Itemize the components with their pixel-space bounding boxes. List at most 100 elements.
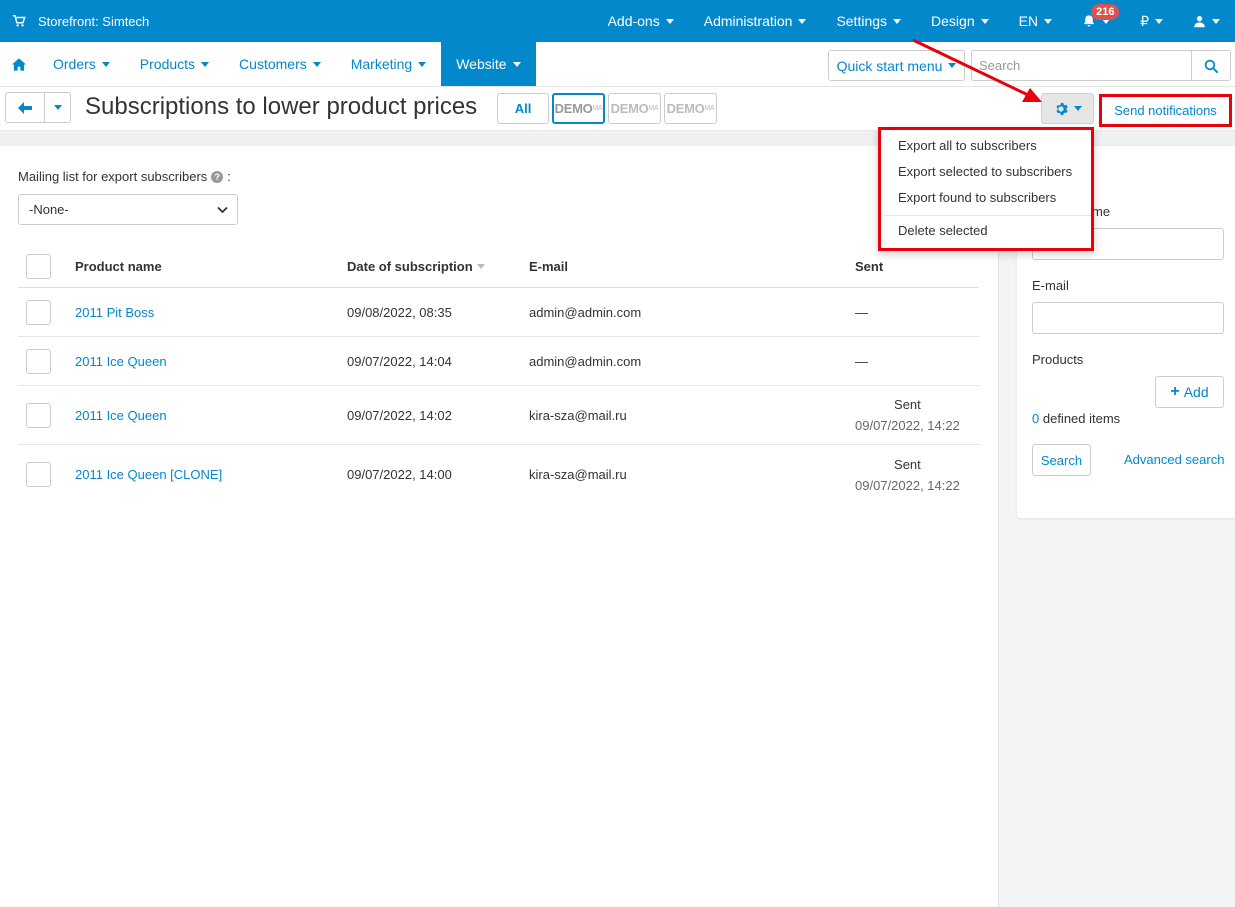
cart-icon <box>12 15 26 27</box>
arrow-left-icon <box>18 101 32 114</box>
sent-status: — <box>855 288 868 336</box>
topnav-administration-label: Administration <box>703 13 793 29</box>
quick-start-menu-button[interactable]: Quick start menu <box>828 50 965 81</box>
row-checkbox[interactable] <box>26 348 51 374</box>
subscription-date: 09/07/2022, 14:02 <box>347 407 452 423</box>
nav-customers[interactable]: Customers <box>224 42 336 86</box>
defined-items: 0 defined items <box>1032 411 1120 426</box>
add-products-button[interactable]: + Add <box>1155 376 1224 408</box>
row-checkbox[interactable] <box>26 402 51 428</box>
product-link[interactable]: 2011 Pit Boss <box>75 288 154 336</box>
header-sent[interactable]: Sent <box>855 245 883 287</box>
topnav-settings[interactable]: Settings <box>821 0 916 42</box>
chevron-down-icon <box>980 18 989 24</box>
tab-demo-label: DEMO <box>554 101 593 116</box>
subscriber-email: kira-sza@mail.ru <box>529 407 627 423</box>
defined-text: defined items <box>1042 411 1121 426</box>
tab-demo-3[interactable]: DEMO MA <box>664 93 717 124</box>
top-bar: Storefront: Simtech Add-ons Administrati… <box>0 0 1235 42</box>
mailing-list-label-text: Mailing list for export subscribers <box>18 169 208 184</box>
nav-products[interactable]: Products <box>125 42 224 86</box>
topnav-language[interactable]: EN <box>1004 0 1067 42</box>
menu-item-delete-selected[interactable]: Delete selected <box>898 223 988 238</box>
topnav-notifications[interactable]: 216 <box>1067 0 1125 42</box>
product-link[interactable]: 2011 Ice Queen <box>75 337 167 385</box>
top-nav: Add-ons Administration Settings Design E… <box>593 0 1235 42</box>
chevron-down-icon <box>798 18 807 24</box>
menu-item-export-all[interactable]: Export all to subscribers <box>898 138 1037 153</box>
mailing-list-selected: -None- <box>29 202 69 217</box>
topnav-administration[interactable]: Administration <box>689 0 822 42</box>
back-dropdown-button[interactable] <box>44 93 70 122</box>
chevron-down-icon <box>512 61 521 67</box>
send-notifications-button[interactable]: Send notifications <box>1099 94 1232 127</box>
row-checkbox[interactable] <box>26 299 51 325</box>
topnav-addons[interactable]: Add-ons <box>593 0 689 42</box>
help-icon[interactable]: ? <box>211 170 224 183</box>
sent-status-text: Sent <box>894 456 921 472</box>
home-link[interactable] <box>0 42 38 86</box>
mailing-list-select[interactable]: -None- <box>18 194 238 225</box>
topnav-currency-label: ₽ <box>1140 12 1149 29</box>
product-link[interactable]: 2011 Ice Queen <box>75 386 167 444</box>
sent-status-text: Sent <box>894 397 921 412</box>
menu-item-export-found[interactable]: Export found to subscribers <box>898 190 1056 205</box>
search-button[interactable] <box>1191 50 1231 81</box>
filter-name-label: me <box>1092 204 1111 219</box>
search-input[interactable] <box>971 50 1192 81</box>
topnav-currency[interactable]: ₽ <box>1125 0 1178 42</box>
storefront-tabs: All DEMO MA DEMO MA DEMO MA <box>497 93 717 124</box>
nav-customers-label: Customers <box>239 56 307 72</box>
table-row: 2011 Ice Queen [CLONE] 09/07/2022, 14:00… <box>18 445 979 504</box>
chevron-down-icon <box>53 105 62 110</box>
product-link[interactable]: 2011 Ice Queen [CLONE] <box>75 445 222 504</box>
filter-email-label: E-mail <box>1032 278 1069 293</box>
subscriber-email: admin@admin.com <box>529 304 642 320</box>
nav-marketing[interactable]: Marketing <box>336 42 441 86</box>
page-title: Subscriptions to lower product prices <box>85 93 478 120</box>
storefront-link[interactable]: Storefront: Simtech <box>12 0 149 42</box>
subscriber-email: admin@admin.com <box>529 353 642 369</box>
nav-products-label: Products <box>139 56 196 72</box>
nav-website-label: Website <box>456 56 507 72</box>
back-button[interactable] <box>6 93 44 122</box>
tab-demo-1[interactable]: DEMO MA <box>552 93 605 124</box>
sent-status: Sent 09/07/2022, 14:22 <box>855 386 960 444</box>
back-button-group <box>5 92 71 123</box>
subscriber-email: kira-sza@mail.ru <box>529 467 627 482</box>
chevron-down-icon <box>948 63 957 68</box>
sent-status-text: — <box>855 304 868 320</box>
settings-gear-button[interactable] <box>1041 93 1094 124</box>
topnav-user[interactable] <box>1178 0 1235 42</box>
topnav-design[interactable]: Design <box>916 0 1004 42</box>
sort-desc-icon <box>476 263 485 269</box>
header-product-name[interactable]: Product name <box>75 245 162 287</box>
chevron-down-icon <box>101 61 110 67</box>
select-all-checkbox[interactable] <box>26 253 51 279</box>
tab-demo-2[interactable]: DEMO MA <box>608 93 661 124</box>
menu-item-export-selected[interactable]: Export selected to subscribers <box>898 164 1072 179</box>
chevron-down-icon <box>893 18 902 24</box>
topnav-addons-label: Add-ons <box>607 13 660 29</box>
title-bar: Subscriptions to lower product prices Al… <box>0 87 1235 131</box>
chevron-down-icon <box>1044 18 1053 24</box>
filter-email-input[interactable] <box>1032 302 1224 334</box>
header-date[interactable]: Date of subscription <box>347 245 485 287</box>
advanced-search-link[interactable]: Advanced search <box>1124 452 1224 467</box>
row-checkbox[interactable] <box>26 462 51 487</box>
nav-orders[interactable]: Orders <box>38 42 125 86</box>
actions-dropdown-menu: Export all to subscribers Export selecte… <box>878 127 1094 251</box>
global-search <box>971 50 1231 81</box>
table-header: Product name Date of subscription E-mail… <box>18 245 979 288</box>
chevron-down-icon <box>201 61 210 67</box>
tab-demo-sup: MA <box>704 105 715 112</box>
sent-status: Sent 09/07/2022, 14:22 <box>855 445 960 504</box>
plus-icon: + <box>1170 383 1180 400</box>
table-row: 2011 Ice Queen 09/07/2022, 14:04 admin@a… <box>18 337 979 386</box>
topnav-design-label: Design <box>931 13 975 29</box>
nav-website[interactable]: Website <box>441 42 536 86</box>
header-email[interactable]: E-mail <box>529 245 568 287</box>
filter-search-button[interactable]: Search <box>1032 444 1091 476</box>
defined-count: 0 <box>1032 411 1040 426</box>
tab-all[interactable]: All <box>497 93 549 124</box>
